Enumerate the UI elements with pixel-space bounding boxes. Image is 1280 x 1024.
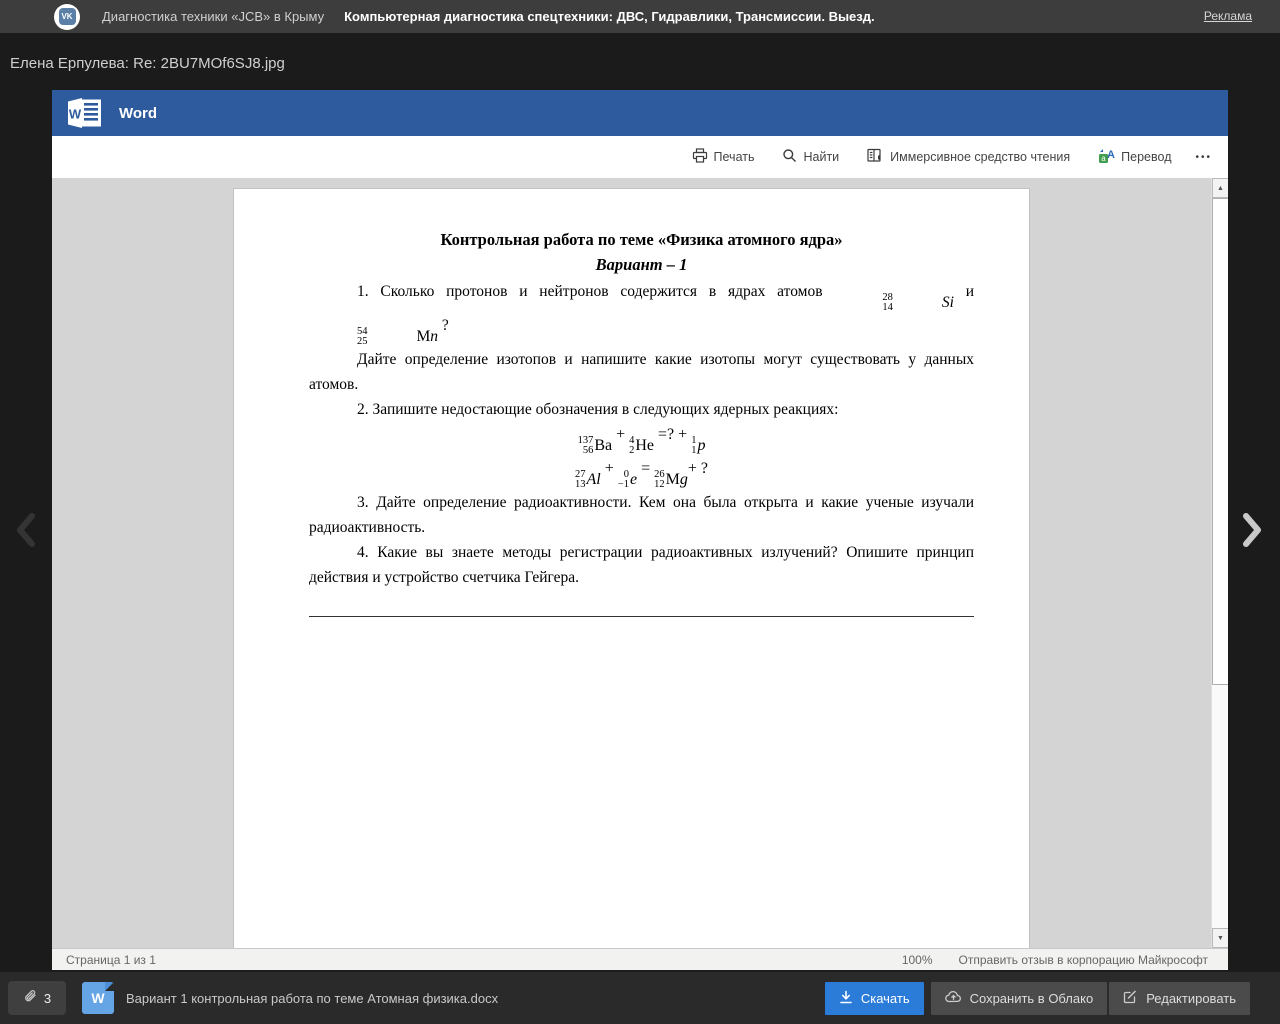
word-file-icon: W <box>82 982 114 1014</box>
download-icon <box>839 990 853 1007</box>
attachment-viewer-title: Елена Ерпулева: Re: 2BU7MOf6SJ8.jpg <box>10 55 285 72</box>
feedback-link[interactable]: Отправить отзыв в корпорацию Майкрософт <box>959 953 1208 967</box>
find-label: Найти <box>803 150 840 164</box>
edit-label: Редактировать <box>1146 990 1236 1006</box>
save-to-cloud-button[interactable]: Сохранить в Облако <box>930 981 1108 1015</box>
download-button[interactable]: Скачать <box>824 981 924 1015</box>
nuclear-reaction-2: 27 13 Al + 0 −1 e = 26 12 Mg + ? <box>575 460 708 490</box>
page-indicator: Страница 1 из 1 <box>66 952 156 967</box>
question-1-continued: Дайте определение изотопов и напишите ка… <box>309 351 974 393</box>
printer-icon <box>692 148 708 166</box>
word-logo-letter: W <box>69 107 82 122</box>
question-4: 4. Какие вы знаете методы регистрации ра… <box>309 544 974 586</box>
file-name: Вариант 1 контрольная работа по теме Ато… <box>126 990 499 1006</box>
translate-icon: a A <box>1098 148 1115 167</box>
edit-button[interactable]: Редактировать <box>1109 981 1250 1015</box>
ad-banner: VK Диагностика техники «JCB» в Крыму Ком… <box>0 0 1280 33</box>
svg-text:a: a <box>1101 154 1106 163</box>
search-icon <box>782 148 797 166</box>
vertical-scrollbar[interactable]: ▲ ▼ <box>1211 178 1228 948</box>
vk-logo-letters: VK <box>58 8 76 25</box>
immersive-reader-icon <box>867 148 884 166</box>
word-online-frame: W Word Печать Найти Иммерсивное средство… <box>52 90 1228 970</box>
scrollbar-thumb[interactable] <box>1212 198 1228 685</box>
find-button[interactable]: Найти <box>782 148 839 166</box>
attachment-bottom-bar: 3 W Вариант 1 контрольная работа по теме… <box>0 972 1280 1024</box>
next-attachment-button[interactable] <box>1238 508 1266 557</box>
word-logo-icon: W <box>68 98 104 128</box>
ad-disclosure-link[interactable]: Реклама <box>1204 9 1252 23</box>
attachments-chip[interactable]: 3 <box>8 981 66 1015</box>
question-3: 3. Дайте определение радиоактивности. Ке… <box>309 494 974 536</box>
attachments-count: 3 <box>43 990 52 1006</box>
document-viewport: Контрольная работа по теме «Физика атомн… <box>52 178 1228 948</box>
document-divider <box>309 616 974 617</box>
nuclear-reaction-1: 137 56 Ba + 4 2 He =? + 11p <box>577 426 706 456</box>
document-page: Контрольная работа по теме «Физика атомн… <box>233 188 1030 948</box>
word-status-bar: Страница 1 из 1 100% Отправить отзыв в к… <box>52 948 1228 970</box>
word-toolbar: Печать Найти Иммерсивное средство чтения… <box>52 136 1228 178</box>
zoom-level[interactable]: 100% <box>902 953 933 967</box>
save-to-cloud-label: Сохранить в Облако <box>969 990 1094 1006</box>
print-label: Печать <box>713 150 755 164</box>
ad-title[interactable]: Диагностика техники «JCB» в Крыму <box>102 9 324 24</box>
print-button[interactable]: Печать <box>692 148 755 166</box>
edit-icon <box>1123 989 1138 1007</box>
document-variant: Вариант – 1 <box>595 255 688 274</box>
immersive-reader-label: Иммерсивное средство чтения <box>890 150 1071 164</box>
paperclip-icon <box>23 989 38 1007</box>
translate-button[interactable]: a A Перевод <box>1098 148 1171 167</box>
scroll-up-button[interactable]: ▲ <box>1212 178 1228 198</box>
ad-text[interactable]: Компьютерная диагностика спецтехники: ДВ… <box>344 9 875 24</box>
document-title: Контрольная работа по теме «Физика атомн… <box>440 230 843 249</box>
file-icon-letter: W <box>91 990 105 1006</box>
cloud-icon <box>944 990 962 1006</box>
word-brand-label: Word <box>119 104 158 122</box>
more-options-button[interactable]: ••• <box>1195 152 1212 163</box>
download-label: Скачать <box>860 990 910 1006</box>
question-2: 2. Запишите недостающие обозначения в сл… <box>357 401 839 418</box>
word-header: W Word <box>52 90 1228 136</box>
translate-label: Перевод <box>1121 150 1172 164</box>
question-1: 1. Сколько протонов и нейтронов содержит… <box>357 283 974 347</box>
immersive-reader-button[interactable]: Иммерсивное средство чтения <box>867 148 1070 166</box>
scroll-down-button[interactable]: ▼ <box>1212 928 1228 948</box>
vk-logo-icon[interactable]: VK <box>54 3 80 30</box>
svg-text:A: A <box>1107 149 1115 161</box>
previous-attachment-button[interactable] <box>12 508 40 557</box>
